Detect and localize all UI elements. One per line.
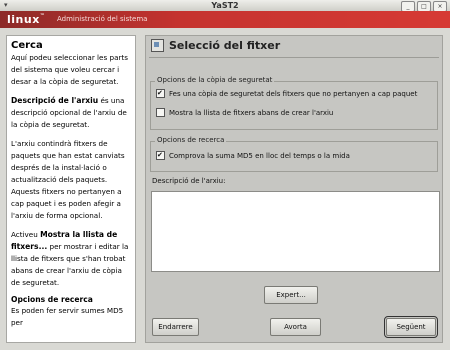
search-options-label: Opcions de recerca bbox=[155, 136, 227, 144]
backup-options-label: Opcions de la còpia de seguretat bbox=[155, 76, 275, 84]
md5-check-label: Comprova la suma MD5 en lloc del temps o… bbox=[169, 151, 350, 160]
backup-unpackaged-checkbox[interactable]: Fes una còpia de seguretat dels fitxers … bbox=[156, 89, 417, 98]
brand-logo: linux™ bbox=[7, 13, 46, 26]
archive-description-label: Descripció de l'arxiu: bbox=[152, 177, 226, 185]
back-button[interactable]: Endarrere bbox=[152, 318, 199, 336]
help-paragraph-5: Es poden fer servir sumes MD5 per bbox=[11, 306, 124, 327]
file-selection-icon bbox=[151, 39, 164, 52]
backup-unpackaged-label: Fes una còpia de seguretat dels fitxers … bbox=[169, 89, 418, 98]
search-options-group: Opcions de recerca Comprova la suma MD5 … bbox=[150, 136, 438, 172]
show-file-list-label: Mostra la llista de fitxers abans de cre… bbox=[169, 108, 334, 117]
help-paragraph-2: Descripció de l'arxiu és una descripció … bbox=[11, 96, 127, 129]
yast-banner: linux™ Administració del sistema bbox=[0, 11, 450, 28]
help-paragraph-3: L'arxiu contindrà fitxers de paquets que… bbox=[11, 139, 125, 220]
checkbox-checked-icon[interactable] bbox=[156, 89, 165, 98]
help-paragraph-4: Activeu Mostra la llista de fitxers... p… bbox=[11, 230, 129, 287]
help-paragraph-1: Aquí podeu seleccionar les parts del sis… bbox=[11, 53, 128, 86]
page-heading: Selecció del fitxer bbox=[151, 39, 280, 52]
md5-check-checkbox[interactable]: Comprova la suma MD5 en lloc del temps o… bbox=[156, 151, 350, 160]
heading-divider bbox=[149, 57, 439, 58]
page-title: Selecció del fitxer bbox=[169, 39, 281, 52]
archive-description-textarea[interactable] bbox=[151, 191, 440, 272]
main-panel: Selecció del fitxer Opcions de la còpia … bbox=[145, 35, 443, 343]
window-title: YaST2 bbox=[211, 1, 239, 10]
checkbox-checked-icon[interactable] bbox=[156, 151, 165, 160]
help-section-heading: Opcions de recerca bbox=[11, 295, 93, 304]
backup-options-group: Opcions de la còpia de seguretat Fes una… bbox=[150, 76, 438, 130]
abort-button[interactable]: Avorta bbox=[270, 318, 321, 336]
help-term-archive-description: Descripció de l'arxiu bbox=[11, 96, 99, 105]
next-button[interactable]: Següent bbox=[384, 316, 438, 338]
expert-button[interactable]: Expert... bbox=[264, 286, 318, 304]
show-file-list-checkbox[interactable]: Mostra la llista de fitxers abans de cre… bbox=[156, 108, 333, 117]
checkbox-unchecked-icon[interactable] bbox=[156, 108, 165, 117]
help-panel: Cerca Aquí podeu seleccionar les parts d… bbox=[6, 35, 136, 343]
help-title: Cerca bbox=[11, 40, 43, 51]
banner-subtitle: Administració del sistema bbox=[57, 15, 148, 23]
